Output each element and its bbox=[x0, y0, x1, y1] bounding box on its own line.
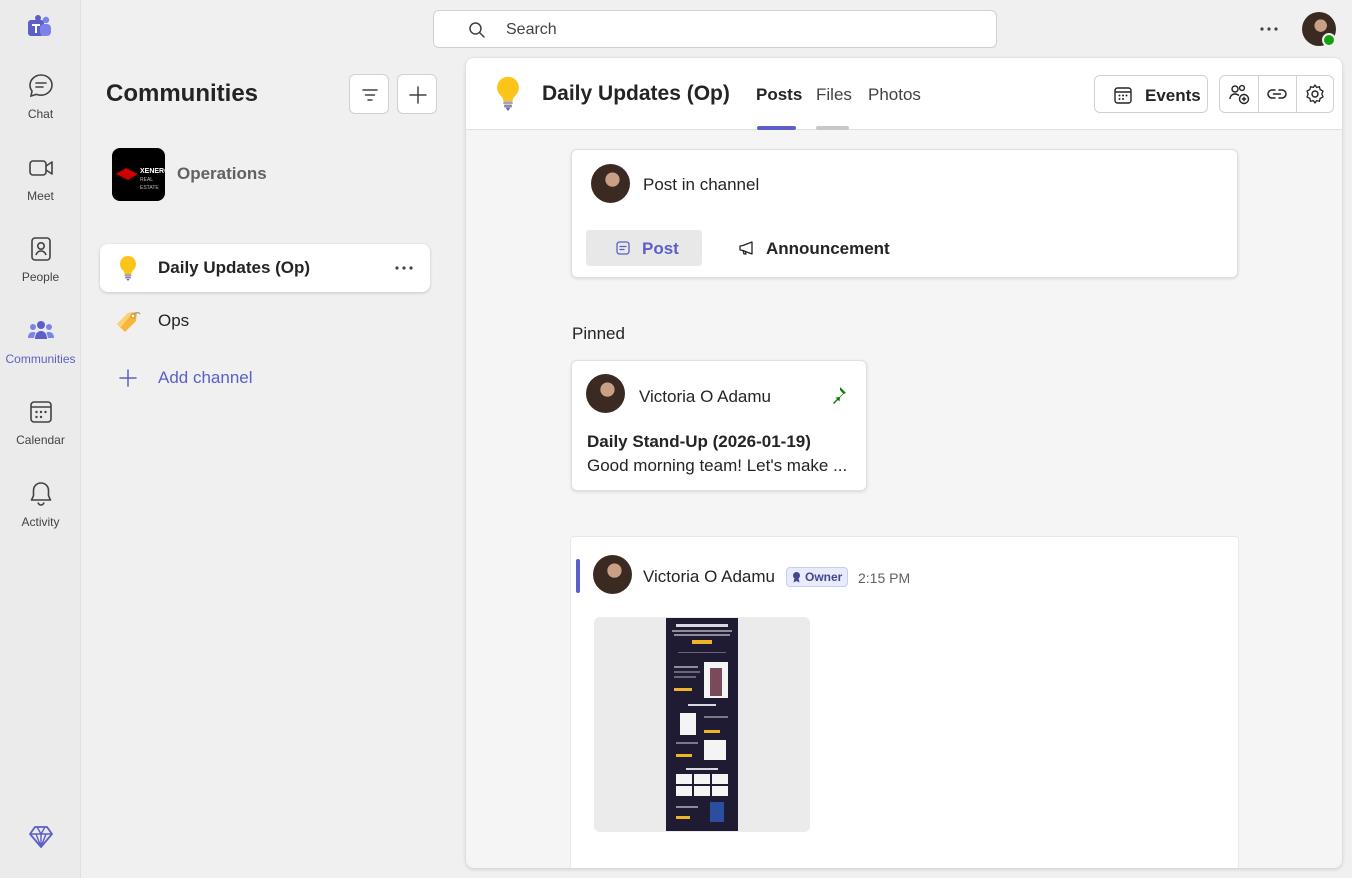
communities-icon bbox=[27, 321, 54, 339]
copy-link-button[interactable] bbox=[1258, 76, 1296, 112]
post-button[interactable]: Post bbox=[586, 230, 702, 266]
people-icon bbox=[30, 237, 51, 261]
post-in-channel-prompt[interactable]: Post in channel bbox=[643, 175, 759, 195]
search-icon bbox=[469, 22, 485, 38]
video-icon bbox=[28, 160, 53, 176]
add-channel-label: Add channel bbox=[158, 368, 253, 387]
tab-posts[interactable]: Posts bbox=[756, 85, 802, 105]
add-community-button[interactable] bbox=[397, 74, 437, 114]
lightbulb-icon bbox=[497, 76, 519, 112]
announcement-button[interactable]: Announcement bbox=[730, 230, 900, 266]
tab-files[interactable]: Files bbox=[816, 85, 852, 105]
events-label: Events bbox=[1145, 86, 1201, 105]
communities-title: Communities bbox=[106, 80, 259, 107]
bell-icon bbox=[30, 482, 51, 506]
rail-label: Chat bbox=[27, 107, 54, 121]
filter-icon bbox=[362, 89, 378, 101]
rail-item-meet[interactable]: Meet bbox=[0, 154, 81, 224]
channel-name: Daily Updates (Op) bbox=[158, 258, 311, 277]
avatar[interactable] bbox=[593, 555, 632, 594]
app-rail: Chat Meet People Communities Calendar Ac… bbox=[0, 0, 81, 878]
plus-icon bbox=[409, 86, 427, 104]
link-icon bbox=[1267, 89, 1287, 99]
calendar-icon bbox=[29, 401, 52, 423]
logo-wordmark: XENEROREAL ESTATE bbox=[140, 168, 165, 191]
diamond-icon[interactable] bbox=[28, 824, 54, 850]
calendar-icon bbox=[1114, 87, 1132, 104]
post-icon bbox=[616, 241, 630, 255]
add-member-button[interactable] bbox=[1220, 76, 1258, 112]
more-options-icon[interactable] bbox=[1256, 16, 1282, 42]
pinned-preview: Good morning team! Let's make ... bbox=[587, 456, 848, 475]
rail-item-activity[interactable]: Activity bbox=[0, 480, 81, 550]
label-tag-icon bbox=[117, 311, 141, 332]
rail-item-chat[interactable]: Chat bbox=[0, 72, 81, 142]
pinned-author: Victoria O Adamu bbox=[639, 387, 771, 406]
rail-item-communities[interactable]: Communities bbox=[0, 317, 81, 387]
rail-label: Activity bbox=[21, 515, 60, 529]
channel-actions bbox=[1219, 75, 1334, 113]
tab-photos[interactable]: Photos bbox=[868, 85, 921, 105]
pinned-post-card[interactable]: Victoria O Adamu Daily Stand-Up (2026-01… bbox=[571, 360, 867, 491]
chat-icon bbox=[28, 74, 53, 98]
events-button[interactable]: Events bbox=[1094, 75, 1208, 113]
rail-label: Calendar bbox=[16, 433, 65, 447]
lightbulb-icon bbox=[120, 256, 136, 281]
message-author[interactable]: Victoria O Adamu bbox=[643, 567, 775, 587]
channel-panel: Daily Updates (Op) Posts Files Photos Ev… bbox=[466, 58, 1342, 868]
community-name[interactable]: Operations bbox=[177, 164, 267, 184]
image-attachment[interactable] bbox=[594, 617, 810, 832]
plus-icon bbox=[119, 369, 137, 387]
avatar bbox=[591, 164, 630, 203]
rail-label: Communities bbox=[5, 352, 76, 366]
pinned-heading: Pinned bbox=[572, 324, 625, 343]
channel-title: Daily Updates (Op) bbox=[542, 82, 730, 105]
megaphone-icon bbox=[739, 241, 753, 255]
filter-button[interactable] bbox=[349, 74, 389, 114]
rail-label: Meet bbox=[27, 189, 54, 203]
channel-header: Daily Updates (Op) Posts Files Photos Ev… bbox=[466, 58, 1342, 130]
website-screenshot-image bbox=[666, 618, 738, 831]
add-people-icon bbox=[1229, 84, 1250, 105]
tab-posts-indicator bbox=[757, 126, 796, 130]
message-time: 2:15 PM bbox=[858, 570, 911, 586]
search-input[interactable] bbox=[506, 19, 966, 41]
owner-badge: Owner bbox=[786, 567, 849, 587]
owner-badge-label: Owner bbox=[805, 570, 843, 584]
channel-name: Ops bbox=[158, 311, 190, 330]
logo-mark bbox=[116, 168, 138, 180]
compose-box: Post in channel Post Announcement bbox=[571, 149, 1238, 278]
settings-button[interactable] bbox=[1296, 76, 1334, 112]
community-logo[interactable]: XENEROREAL ESTATE bbox=[112, 148, 165, 201]
gear-icon bbox=[1306, 84, 1324, 104]
teams-logo-icon[interactable] bbox=[26, 14, 54, 42]
channel-item-daily-updates[interactable]: Daily Updates (Op) bbox=[100, 244, 430, 292]
presence-available-icon bbox=[1322, 33, 1336, 47]
unread-indicator bbox=[576, 559, 580, 593]
channel-item-ops[interactable]: Ops bbox=[100, 297, 430, 345]
pin-icon bbox=[833, 387, 846, 404]
search-box[interactable] bbox=[433, 10, 997, 48]
rail-label: People bbox=[21, 270, 60, 284]
rail-item-calendar[interactable]: Calendar bbox=[0, 398, 81, 468]
add-channel-button[interactable]: Add channel bbox=[100, 354, 430, 402]
announcement-label: Announcement bbox=[766, 239, 890, 258]
award-icon bbox=[793, 572, 800, 583]
avatar bbox=[586, 374, 625, 413]
pinned-title: Daily Stand-Up (2026-01-19) bbox=[587, 432, 811, 451]
rail-item-people[interactable]: People bbox=[0, 235, 81, 305]
post-label: Post bbox=[642, 239, 679, 258]
more-options-icon[interactable] bbox=[392, 256, 416, 280]
message-card: Victoria O Adamu Owner 2:15 PM bbox=[570, 536, 1239, 868]
tab-files-indicator bbox=[816, 126, 849, 130]
